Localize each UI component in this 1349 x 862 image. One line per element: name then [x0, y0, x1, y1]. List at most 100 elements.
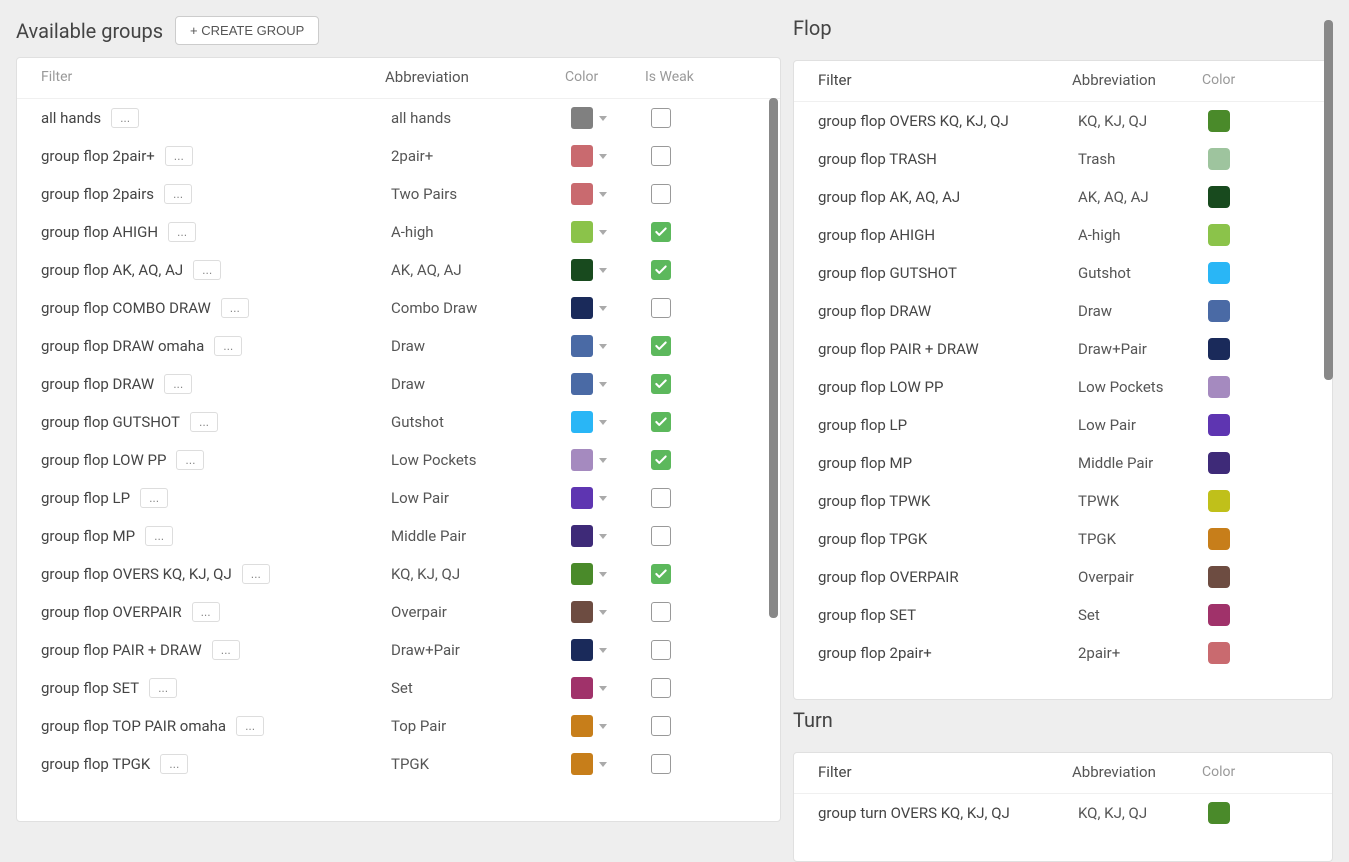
table-row[interactable]: group flop MPMiddle Pair: [794, 444, 1332, 482]
group-name: group flop TPWK: [818, 492, 1078, 510]
color-picker[interactable]: [571, 487, 607, 509]
chevron-down-icon: [599, 268, 607, 273]
scrollbar-right[interactable]: [1324, 20, 1333, 680]
is-weak-checkbox[interactable]: [651, 108, 671, 128]
is-weak-checkbox[interactable]: [651, 184, 671, 204]
is-weak-checkbox[interactable]: [651, 488, 671, 508]
group-name: group flop GUTSHOT: [41, 413, 180, 431]
more-options-button[interactable]: ...: [149, 678, 177, 698]
table-row: group flop LP...Low Pair: [17, 479, 780, 517]
color-picker[interactable]: [571, 449, 607, 471]
is-weak-checkbox[interactable]: [651, 716, 671, 736]
color-swatch: [571, 259, 593, 281]
is-weak-checkbox[interactable]: [651, 640, 671, 660]
color-picker[interactable]: [571, 259, 607, 281]
is-weak-checkbox[interactable]: [651, 412, 671, 432]
more-options-button[interactable]: ...: [190, 412, 218, 432]
color-picker[interactable]: [571, 107, 607, 129]
color-picker[interactable]: [571, 639, 607, 661]
more-options-button[interactable]: ...: [165, 146, 193, 166]
group-abbr: Low Pockets: [391, 451, 571, 469]
more-options-button[interactable]: ...: [192, 602, 220, 622]
table-row: group flop 2pairs...Two Pairs: [17, 175, 780, 213]
color-picker[interactable]: [571, 335, 607, 357]
group-abbr: Trash: [1078, 150, 1208, 168]
color-picker[interactable]: [571, 715, 607, 737]
table-row: group flop COMBO DRAW...Combo Draw: [17, 289, 780, 327]
is-weak-checkbox[interactable]: [651, 146, 671, 166]
table-row[interactable]: group flop TRASHTrash: [794, 140, 1332, 178]
group-name: all hands: [41, 109, 101, 127]
group-name: group flop 2pair+: [41, 147, 155, 165]
color-picker[interactable]: [571, 297, 607, 319]
more-options-button[interactable]: ...: [242, 564, 270, 584]
color-picker[interactable]: [571, 145, 607, 167]
table-row[interactable]: group flop GUTSHOTGutshot: [794, 254, 1332, 292]
is-weak-checkbox[interactable]: [651, 450, 671, 470]
color-swatch: [571, 107, 593, 129]
color-swatch: [1208, 452, 1230, 474]
table-row[interactable]: group flop OVERPAIROverpair: [794, 558, 1332, 596]
table-row[interactable]: group flop LPLow Pair: [794, 406, 1332, 444]
more-options-button[interactable]: ...: [193, 260, 221, 280]
color-picker[interactable]: [571, 563, 607, 585]
group-name: group flop DRAW: [41, 375, 154, 393]
chevron-down-icon: [599, 154, 607, 159]
create-group-button[interactable]: + CREATE GROUP: [175, 16, 319, 45]
color-picker[interactable]: [571, 601, 607, 623]
table-row[interactable]: group flop OVERS KQ, KJ, QJKQ, KJ, QJ: [794, 102, 1332, 140]
is-weak-checkbox[interactable]: [651, 526, 671, 546]
group-abbr: Set: [391, 679, 571, 697]
more-options-button[interactable]: ...: [111, 108, 139, 128]
group-name: group flop LP: [41, 489, 130, 507]
table-row[interactable]: group flop DRAWDraw: [794, 292, 1332, 330]
color-picker[interactable]: [571, 373, 607, 395]
color-swatch: [1208, 224, 1230, 246]
is-weak-checkbox[interactable]: [651, 336, 671, 356]
group-name: group flop AHIGH: [41, 223, 158, 241]
color-picker[interactable]: [571, 677, 607, 699]
table-row[interactable]: group turn OVERS KQ, KJ, QJKQ, KJ, QJ: [794, 794, 1332, 832]
table-row: group flop GUTSHOT...Gutshot: [17, 403, 780, 441]
table-row[interactable]: group flop TPGKTPGK: [794, 520, 1332, 558]
table-row[interactable]: group flop AHIGHA-high: [794, 216, 1332, 254]
is-weak-checkbox[interactable]: [651, 564, 671, 584]
more-options-button[interactable]: ...: [236, 716, 264, 736]
group-name: group flop MP: [41, 527, 135, 545]
color-picker[interactable]: [571, 753, 607, 775]
more-options-button[interactable]: ...: [212, 640, 240, 660]
chevron-down-icon: [599, 762, 607, 767]
table-row[interactable]: group flop SETSet: [794, 596, 1332, 634]
more-options-button[interactable]: ...: [214, 336, 242, 356]
color-swatch: [571, 145, 593, 167]
color-picker[interactable]: [571, 183, 607, 205]
table-row[interactable]: group flop AK, AQ, AJAK, AQ, AJ: [794, 178, 1332, 216]
chevron-down-icon: [599, 116, 607, 121]
flop-title: Flop: [793, 16, 1333, 40]
is-weak-checkbox[interactable]: [651, 754, 671, 774]
is-weak-checkbox[interactable]: [651, 602, 671, 622]
color-picker[interactable]: [571, 411, 607, 433]
color-swatch: [571, 677, 593, 699]
scrollbar[interactable]: [769, 62, 778, 817]
color-picker[interactable]: [571, 221, 607, 243]
is-weak-checkbox[interactable]: [651, 222, 671, 242]
table-row[interactable]: group flop 2pair+2pair+: [794, 634, 1332, 672]
more-options-button[interactable]: ...: [176, 450, 204, 470]
more-options-button[interactable]: ...: [164, 374, 192, 394]
is-weak-checkbox[interactable]: [651, 374, 671, 394]
more-options-button[interactable]: ...: [145, 526, 173, 546]
more-options-button[interactable]: ...: [140, 488, 168, 508]
is-weak-checkbox[interactable]: [651, 298, 671, 318]
more-options-button[interactable]: ...: [160, 754, 188, 774]
more-options-button[interactable]: ...: [164, 184, 192, 204]
is-weak-checkbox[interactable]: [651, 678, 671, 698]
color-swatch: [1208, 642, 1230, 664]
more-options-button[interactable]: ...: [221, 298, 249, 318]
table-row[interactable]: group flop TPWKTPWK: [794, 482, 1332, 520]
more-options-button[interactable]: ...: [168, 222, 196, 242]
table-row[interactable]: group flop LOW PPLow Pockets: [794, 368, 1332, 406]
color-picker[interactable]: [571, 525, 607, 547]
table-row[interactable]: group flop PAIR + DRAWDraw+Pair: [794, 330, 1332, 368]
is-weak-checkbox[interactable]: [651, 260, 671, 280]
